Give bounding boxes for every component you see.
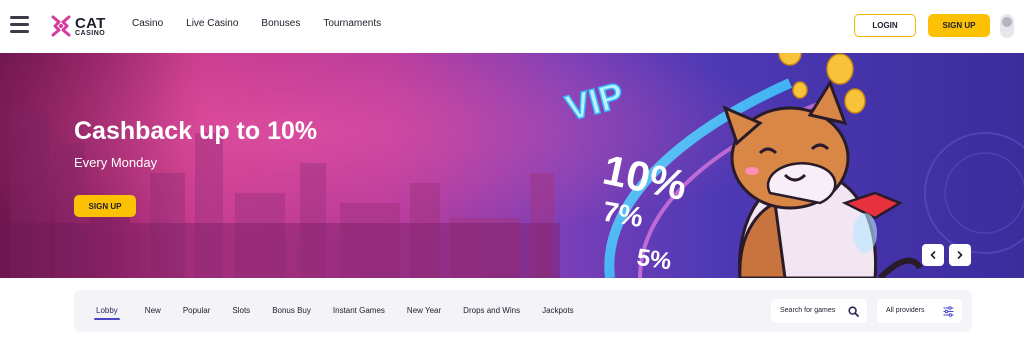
chevron-right-icon (957, 251, 963, 259)
svg-text:VIP: VIP (561, 74, 628, 129)
svg-text:7%: 7% (600, 196, 645, 234)
tab-new-year[interactable]: New Year (407, 306, 441, 315)
nav-bonuses[interactable]: Bonuses (261, 18, 300, 29)
search-placeholder: Search for games (780, 307, 836, 314)
promo-banner: VIP 10% 7% 5% Cashback up to 10% Every M… (0, 53, 1024, 278)
game-search-input[interactable]: Search for games (771, 299, 867, 323)
filter-sliders-icon (943, 306, 954, 317)
theme-toggle[interactable] (1000, 14, 1014, 38)
nav-tournaments[interactable]: Tournaments (323, 18, 381, 29)
tab-lobby[interactable]: Lobby (94, 306, 120, 320)
login-button[interactable]: LOGIN (854, 14, 916, 37)
main-nav: Casino Live Casino Bonuses Tournaments (132, 18, 404, 29)
nav-casino[interactable]: Casino (132, 18, 163, 29)
header-signup-button[interactable]: SIGN UP (928, 14, 990, 37)
nav-live-casino[interactable]: Live Casino (186, 18, 238, 29)
hamburger-menu-icon[interactable] (10, 16, 29, 33)
carousel-next-button[interactable] (949, 244, 971, 266)
tab-drops-and-wins[interactable]: Drops and Wins (463, 306, 520, 315)
game-category-bar: Lobby New Popular Slots Bonus Buy Instan… (74, 290, 972, 332)
providers-label: All providers (886, 307, 925, 314)
tab-jackpots[interactable]: Jackpots (542, 306, 574, 315)
logo-text-cat: CAT (75, 14, 106, 32)
category-tabs: Lobby New Popular Slots Bonus Buy Instan… (94, 306, 574, 320)
tab-popular[interactable]: Popular (183, 306, 211, 315)
carousel-prev-button[interactable] (922, 244, 944, 266)
site-header: CAT CASINO Casino Live Casino Bonuses To… (0, 0, 1024, 53)
search-icon (848, 306, 859, 317)
tab-instant-games[interactable]: Instant Games (333, 306, 385, 315)
cat-character (722, 79, 923, 278)
chevron-left-icon (930, 251, 936, 259)
tab-slots[interactable]: Slots (232, 306, 250, 315)
logo-text-casino: CASINO (75, 29, 106, 37)
providers-filter-button[interactable]: All providers (877, 299, 962, 323)
tab-bonus-buy[interactable]: Bonus Buy (272, 306, 311, 315)
cat-logo-icon (51, 15, 71, 37)
cat-casino-logo[interactable]: CAT CASINO (50, 13, 110, 39)
banner-title: Cashback up to 10% (74, 117, 318, 145)
banner-signup-button[interactable]: SIGN UP (74, 195, 136, 217)
tab-new[interactable]: New (145, 306, 161, 315)
banner-subtitle: Every Monday (74, 155, 158, 170)
svg-text:5%: 5% (635, 244, 673, 276)
